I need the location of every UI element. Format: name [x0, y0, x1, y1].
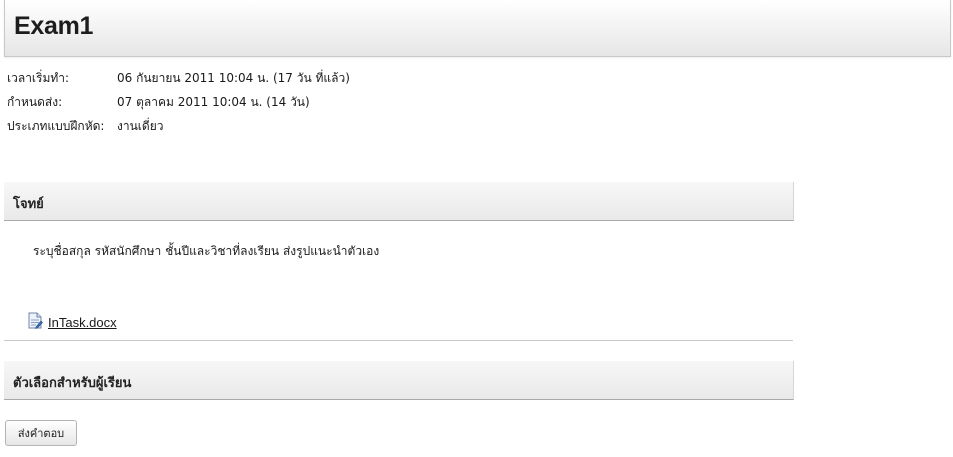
due-date-value: 07 ตุลาคม 2011 10:04 น. (14 วัน) — [117, 95, 310, 109]
page-header: Exam1 — [4, 0, 951, 57]
assignment-type-value: งานเดี่ยว — [117, 119, 164, 133]
options-section-title: ตัวเลือกสำหรับผู้เรียน — [13, 376, 132, 391]
task-section-header: โจทย์ — [4, 182, 794, 221]
document-icon — [27, 312, 43, 333]
start-time-label: เวลาเริ่มทำ: — [7, 71, 70, 85]
task-section-title: โจทย์ — [13, 197, 44, 212]
submit-answer-button[interactable]: ส่งคำตอบ — [5, 420, 77, 446]
task-description: ระบุชื่อสกุล รหัสนักศึกษา ชั้นปีและวิชาท… — [33, 244, 380, 258]
start-time-row: เวลาเริ่มทำ: 06 กันยายน 2011 10:04 น. (1… — [7, 70, 607, 87]
assignment-type-label: ประเภทแบบฝึกหัด: — [7, 119, 105, 133]
assignment-details: เวลาเริ่มทำ: 06 กันยายน 2011 10:04 น. (1… — [7, 70, 607, 142]
start-time-value: 06 กันยายน 2011 10:04 น. (17 วัน ที่แล้ว… — [117, 71, 350, 85]
attachment-link[interactable]: InTask.docx — [48, 315, 117, 330]
section-divider — [4, 340, 793, 341]
options-section-header: ตัวเลือกสำหรับผู้เรียน — [4, 361, 794, 400]
attachment-item[interactable]: InTask.docx — [27, 312, 117, 333]
page-title: Exam1 — [14, 12, 94, 40]
due-date-row: กำหนดส่ง: 07 ตุลาคม 2011 10:04 น. (14 วั… — [7, 94, 607, 111]
due-date-label: กำหนดส่ง: — [7, 95, 63, 109]
assignment-type-row: ประเภทแบบฝึกหัด: งานเดี่ยว — [7, 118, 607, 135]
